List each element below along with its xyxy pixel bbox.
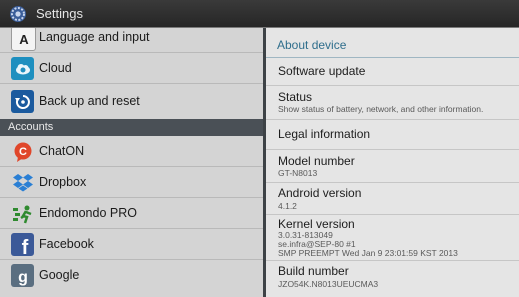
svg-text:f: f bbox=[21, 237, 28, 256]
sidebar-item-label: Language and input bbox=[39, 30, 150, 44]
sidebar-item-label: ChatON bbox=[39, 144, 85, 158]
sidebar-item-label: Dropbox bbox=[39, 175, 87, 189]
sidebar-item-label: Google bbox=[39, 268, 80, 282]
android-version-label: Android version bbox=[278, 186, 362, 200]
status-label: Status bbox=[278, 90, 313, 104]
status-item[interactable]: Status Show status of battery, network, … bbox=[266, 86, 519, 120]
sidebar-item-endomondo[interactable]: Endomondo PRO bbox=[0, 198, 263, 229]
svg-text:A: A bbox=[19, 32, 29, 47]
sidebar-item-chaton[interactable]: C ChatON bbox=[0, 136, 263, 167]
language-keyboard-icon: A bbox=[11, 28, 36, 51]
kernel-version-label: Kernel version bbox=[278, 217, 355, 231]
software-update-label: Software update bbox=[278, 64, 366, 78]
sidebar-item-label: Endomondo PRO bbox=[39, 206, 137, 220]
sidebar-item-google[interactable]: g Google bbox=[0, 260, 263, 291]
model-number-item: Model number GT-N8013 bbox=[266, 150, 519, 183]
backup-reset-icon bbox=[11, 90, 34, 113]
legal-information-item[interactable]: Legal information bbox=[266, 120, 519, 150]
kernel-version-line-3: SMP PREEMPT Wed Jan 9 23:01:59 KST 2013 bbox=[278, 248, 458, 258]
cloud-icon bbox=[11, 57, 34, 80]
about-device-pane: About device Software update Status Show… bbox=[266, 28, 519, 297]
sidebar-item-dropbox[interactable]: Dropbox bbox=[0, 167, 263, 198]
settings-category-list[interactable]: A Language and input Cloud Back up and r… bbox=[0, 28, 263, 297]
model-number-value: GT-N8013 bbox=[278, 168, 318, 178]
svg-text:C: C bbox=[19, 146, 27, 158]
accounts-section-header: Accounts bbox=[0, 119, 263, 136]
android-version-value: 4.1.2 bbox=[278, 201, 297, 211]
build-number-item: Build number JZO54K.N8013UEUCMA3 bbox=[266, 261, 519, 297]
sidebar-item-label: Back up and reset bbox=[39, 94, 140, 108]
chaton-icon: C bbox=[11, 140, 34, 163]
android-version-item[interactable]: Android version 4.1.2 bbox=[266, 183, 519, 215]
legal-information-label: Legal information bbox=[278, 127, 371, 141]
window-title: Settings bbox=[36, 6, 83, 21]
build-number-value: JZO54K.N8013UEUCMA3 bbox=[278, 279, 379, 289]
build-number-label: Build number bbox=[278, 264, 349, 278]
software-update-item[interactable]: Software update bbox=[266, 58, 519, 86]
dropbox-icon bbox=[11, 171, 34, 194]
title-bar: Settings bbox=[0, 0, 519, 28]
status-description: Show status of battery, network, and oth… bbox=[278, 104, 484, 114]
endomondo-icon bbox=[11, 202, 34, 225]
sidebar-item-cloud[interactable]: Cloud bbox=[0, 53, 263, 84]
sidebar-item-language-input[interactable]: A Language and input bbox=[0, 28, 263, 53]
settings-gear-icon[interactable] bbox=[8, 4, 28, 24]
model-number-label: Model number bbox=[278, 154, 355, 168]
sidebar-item-facebook[interactable]: f Facebook bbox=[0, 229, 263, 260]
sidebar-item-label: Cloud bbox=[39, 61, 72, 75]
sidebar-item-backup-reset[interactable]: Back up and reset bbox=[0, 84, 263, 119]
kernel-version-item: Kernel version 3.0.31-813049 se.infra@SE… bbox=[266, 215, 519, 261]
svg-text:g: g bbox=[18, 269, 28, 286]
about-device-title: About device bbox=[277, 38, 347, 52]
facebook-icon: f bbox=[11, 233, 34, 256]
sidebar-item-label: Facebook bbox=[39, 237, 94, 251]
google-icon: g bbox=[11, 264, 34, 287]
settings-window: Settings A Language and input Cloud Back… bbox=[0, 0, 519, 297]
